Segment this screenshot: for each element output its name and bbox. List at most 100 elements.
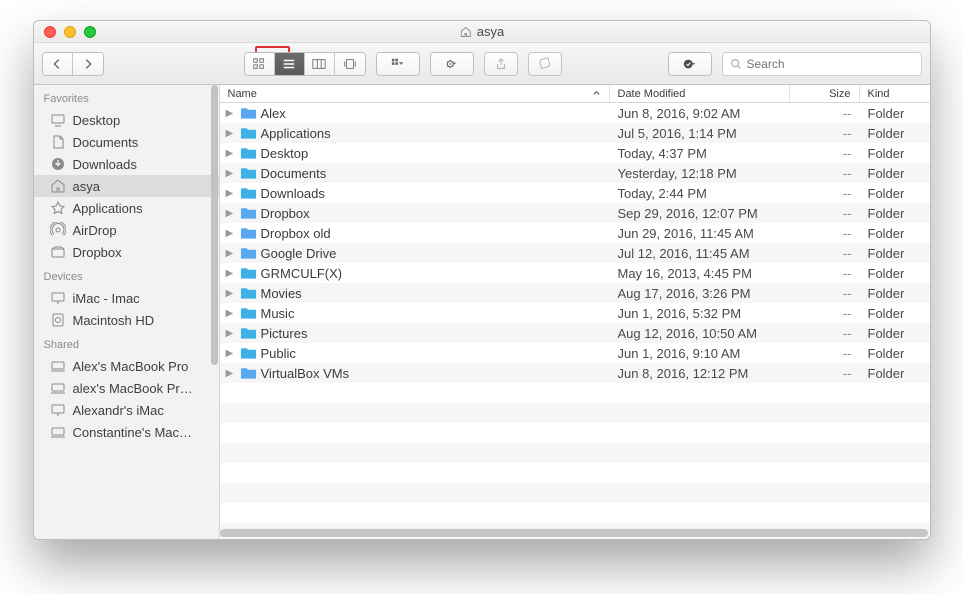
disclosure-triangle[interactable]: ▶ — [226, 268, 236, 279]
column-kind-label: Kind — [868, 88, 890, 100]
file-size: -- — [790, 366, 860, 381]
folder-icon — [240, 346, 257, 360]
disclosure-triangle[interactable]: ▶ — [226, 168, 236, 179]
disclosure-triangle[interactable]: ▶ — [226, 308, 236, 319]
computer-icon — [50, 380, 66, 396]
table-row[interactable]: ▶MoviesAug 17, 2016, 3:26 PM--Folder — [220, 283, 930, 303]
disclosure-triangle[interactable]: ▶ — [226, 328, 236, 339]
empty-row — [220, 463, 930, 483]
table-row[interactable]: ▶PicturesAug 12, 2016, 10:50 AM--Folder — [220, 323, 930, 343]
column-name[interactable]: Name — [220, 85, 610, 102]
file-size: -- — [790, 206, 860, 221]
chevron-left-icon — [50, 57, 64, 71]
disclosure-triangle[interactable]: ▶ — [226, 128, 236, 139]
table-row[interactable]: ▶DropboxSep 29, 2016, 12:07 PM--Folder — [220, 203, 930, 223]
folder-icon — [240, 266, 257, 280]
airdrop-icon — [50, 222, 66, 238]
sidebar-item[interactable]: Desktop — [34, 109, 219, 131]
table-row[interactable]: ▶ApplicationsJul 5, 2016, 1:14 PM--Folde… — [220, 123, 930, 143]
window-title: asya — [459, 24, 504, 39]
file-date: Jul 12, 2016, 11:45 AM — [610, 246, 790, 261]
file-size: -- — [790, 346, 860, 361]
arrange-button-group — [376, 52, 420, 76]
view-icon-button[interactable] — [245, 53, 275, 75]
documents-icon — [50, 134, 66, 150]
sidebar-item[interactable]: AirDrop — [34, 219, 219, 241]
table-row[interactable]: ▶DocumentsYesterday, 12:18 PM--Folder — [220, 163, 930, 183]
sidebar-item[interactable]: alex's MacBook Pr… — [34, 377, 219, 399]
column-size[interactable]: Size — [790, 85, 860, 102]
disclosure-triangle[interactable]: ▶ — [226, 108, 236, 119]
view-coverflow-button[interactable] — [335, 53, 365, 75]
sidebar-item[interactable]: Dropbox — [34, 241, 219, 263]
sidebar-item[interactable]: Constantine's Mac… — [34, 421, 219, 443]
disclosure-triangle[interactable]: ▶ — [226, 368, 236, 379]
view-list-button[interactable] — [275, 53, 305, 75]
zoom-button[interactable] — [84, 26, 96, 38]
sidebar-item[interactable]: Downloads — [34, 153, 219, 175]
table-row[interactable]: ▶VirtualBox VMsJun 8, 2016, 12:12 PM--Fo… — [220, 363, 930, 383]
sidebar-item[interactable]: Macintosh HD — [34, 309, 219, 331]
nav-buttons — [42, 52, 104, 76]
disclosure-triangle[interactable]: ▶ — [226, 148, 236, 159]
disclosure-triangle[interactable]: ▶ — [226, 208, 236, 219]
sidebar-item[interactable]: Applications — [34, 197, 219, 219]
sidebar-item-label: Applications — [73, 201, 143, 216]
minimize-button[interactable] — [64, 26, 76, 38]
table-row[interactable]: ▶Google DriveJul 12, 2016, 11:45 AM--Fol… — [220, 243, 930, 263]
empty-row — [220, 483, 930, 503]
table-row[interactable]: ▶DesktopToday, 4:37 PM--Folder — [220, 143, 930, 163]
table-row[interactable]: ▶GRMCULF(X)May 16, 2013, 4:45 PM--Folder — [220, 263, 930, 283]
disk-icon — [50, 312, 66, 328]
sidebar-item[interactable]: Alex's MacBook Pro — [34, 355, 219, 377]
sidebar-item[interactable]: asya — [34, 175, 219, 197]
disclosure-triangle[interactable]: ▶ — [226, 348, 236, 359]
table-row[interactable]: ▶PublicJun 1, 2016, 9:10 AM--Folder — [220, 343, 930, 363]
file-size: -- — [790, 306, 860, 321]
disclosure-triangle[interactable]: ▶ — [226, 248, 236, 259]
sidebar-scrollbar[interactable] — [211, 85, 218, 365]
column-date[interactable]: Date Modified — [610, 85, 790, 102]
search-field[interactable] — [722, 52, 922, 76]
file-date: Jun 8, 2016, 9:02 AM — [610, 106, 790, 121]
table-row[interactable]: ▶AlexJun 8, 2016, 9:02 AM--Folder — [220, 103, 930, 123]
computer-icon — [50, 424, 66, 440]
sidebar[interactable]: FavoritesDesktopDocumentsDownloadsasyaAp… — [34, 85, 220, 539]
horizontal-scrollbar[interactable] — [220, 529, 928, 537]
disclosure-triangle[interactable]: ▶ — [226, 288, 236, 299]
close-button[interactable] — [44, 26, 56, 38]
back-button[interactable] — [43, 53, 73, 75]
disclosure-triangle[interactable]: ▶ — [226, 188, 236, 199]
file-date: Today, 2:44 PM — [610, 186, 790, 201]
sidebar-heading: Shared — [34, 331, 219, 355]
share-button[interactable] — [484, 52, 518, 76]
arrange-button[interactable] — [377, 53, 419, 75]
file-size: -- — [790, 266, 860, 281]
sidebar-item[interactable]: Documents — [34, 131, 219, 153]
sidebar-item-label: Dropbox — [73, 245, 122, 260]
view-column-button[interactable] — [305, 53, 335, 75]
folder-icon — [240, 366, 257, 380]
forward-button[interactable] — [73, 53, 103, 75]
file-date: Jun 8, 2016, 12:12 PM — [610, 366, 790, 381]
search-input[interactable] — [747, 57, 915, 71]
file-name: Public — [261, 346, 296, 361]
table-row[interactable]: ▶MusicJun 1, 2016, 5:32 PM--Folder — [220, 303, 930, 323]
file-date: Today, 4:37 PM — [610, 146, 790, 161]
file-kind: Folder — [860, 366, 930, 381]
file-list: Name Date Modified Size Kind ▶AlexJun 8,… — [220, 85, 930, 539]
table-row[interactable]: ▶DownloadsToday, 2:44 PM--Folder — [220, 183, 930, 203]
tags-button[interactable] — [528, 52, 562, 76]
dropbox-menu-button[interactable] — [669, 53, 711, 75]
file-date: Sep 29, 2016, 12:07 PM — [610, 206, 790, 221]
sidebar-item[interactable]: iMac - Imac — [34, 287, 219, 309]
sidebar-item-label: iMac - Imac — [73, 291, 140, 306]
sidebar-item[interactable]: Alexandr's iMac — [34, 399, 219, 421]
applications-icon — [50, 200, 66, 216]
table-row[interactable]: ▶Dropbox oldJun 29, 2016, 11:45 AM--Fold… — [220, 223, 930, 243]
action-button[interactable] — [431, 53, 473, 75]
file-name: Music — [261, 306, 295, 321]
column-kind[interactable]: Kind — [860, 85, 930, 102]
disclosure-triangle[interactable]: ▶ — [226, 228, 236, 239]
file-name: Applications — [261, 126, 331, 141]
